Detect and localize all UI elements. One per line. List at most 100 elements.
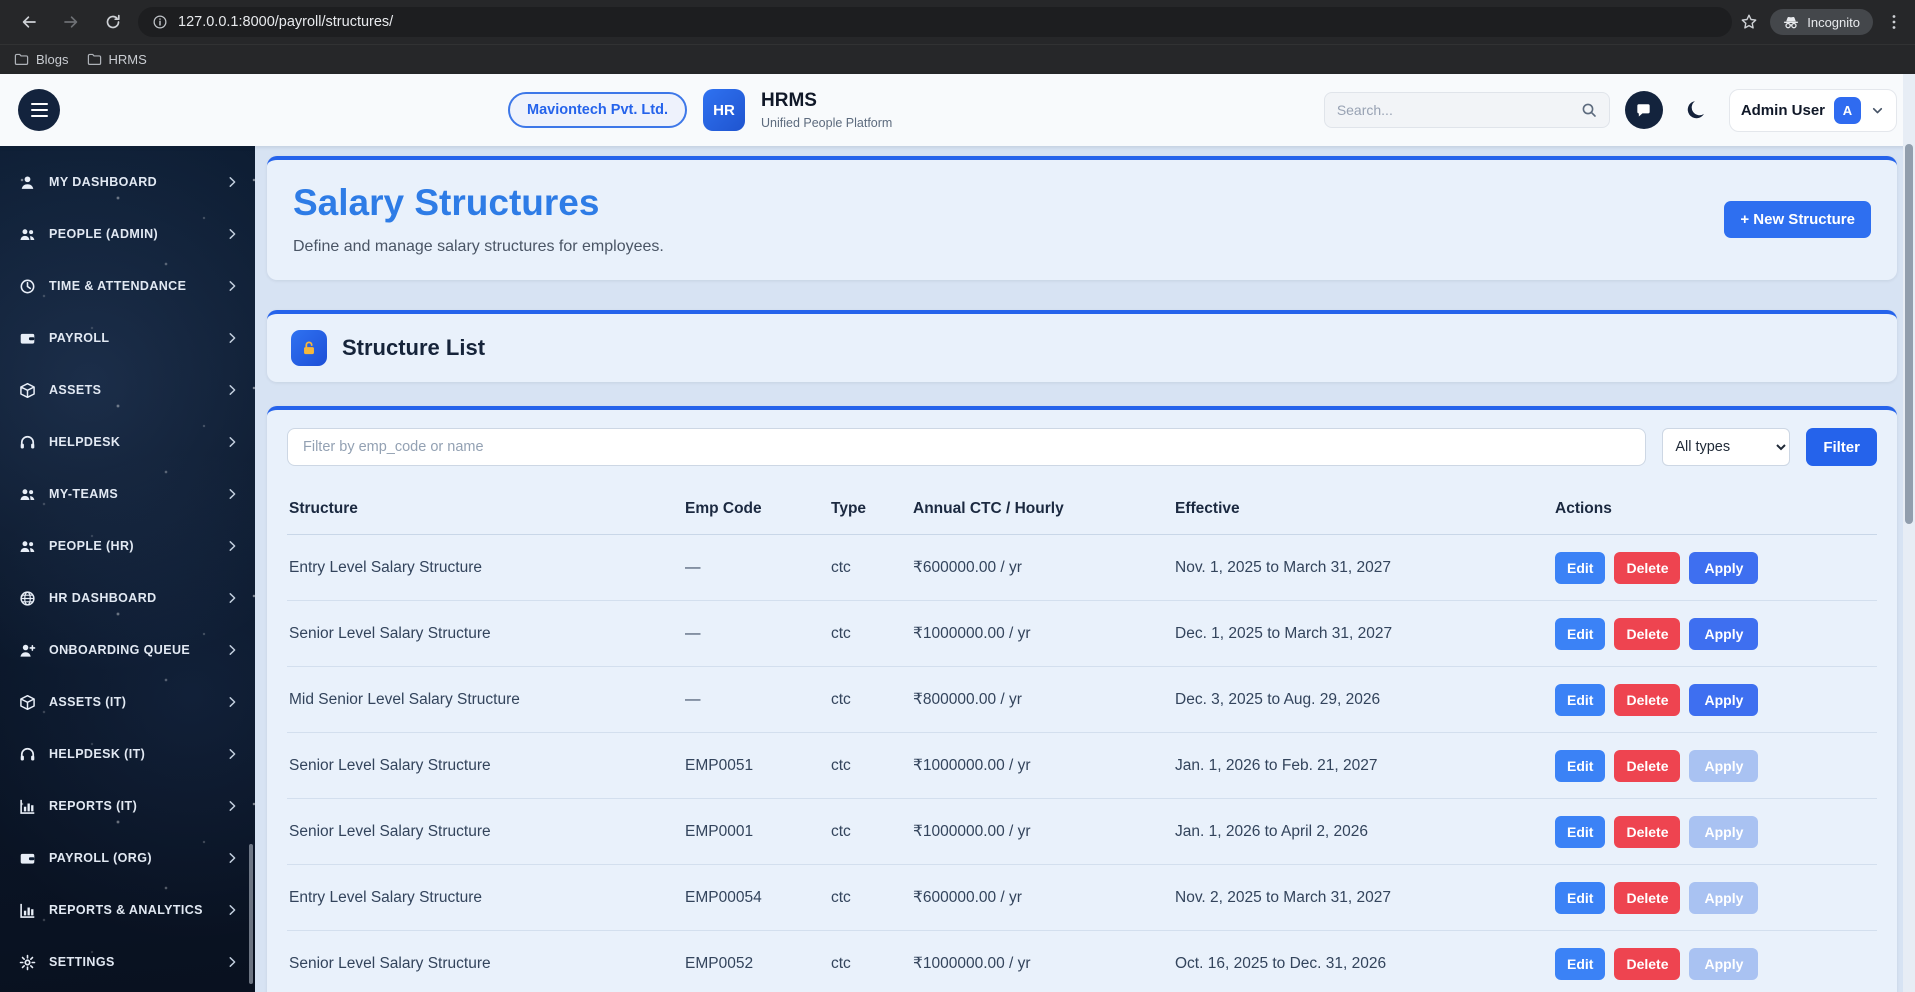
chevron-right-icon xyxy=(225,331,239,345)
delete-button[interactable]: Delete xyxy=(1614,749,1681,782)
edit-button[interactable]: Edit xyxy=(1555,815,1606,848)
delete-button[interactable]: Delete xyxy=(1614,815,1681,848)
row-ctc: ₹600000.00 / yr xyxy=(913,559,1022,576)
sidebar-item-label: HR DASHBOARD xyxy=(49,591,157,605)
row-type: ctc xyxy=(831,888,851,906)
sidebar-item-settings[interactable]: SETTINGS xyxy=(0,936,255,988)
sidebar-item-onboarding-queue[interactable]: ONBOARDING QUEUE xyxy=(0,624,255,676)
bookmark-star-icon[interactable] xyxy=(1740,13,1758,31)
avatar: A xyxy=(1834,96,1861,124)
url-bar[interactable]: 127.0.0.1:8000/payroll/structures/ xyxy=(138,7,1733,37)
bookmark-blogs[interactable]: Blogs xyxy=(14,52,69,67)
hamburger-menu-button[interactable] xyxy=(18,89,60,131)
apply-button[interactable]: Apply xyxy=(1689,683,1759,716)
apply-button: Apply xyxy=(1689,749,1759,782)
edit-button[interactable]: Edit xyxy=(1555,749,1606,782)
delete-button[interactable]: Delete xyxy=(1614,683,1681,716)
folder-icon xyxy=(14,53,29,65)
chart-icon xyxy=(19,798,36,815)
row-type: ctc xyxy=(831,690,851,708)
column-header-type: Type xyxy=(831,500,867,517)
row-emp-code: EMP0001 xyxy=(685,822,754,840)
page-scrollbar[interactable] xyxy=(1903,74,1915,992)
reload-icon[interactable] xyxy=(96,5,130,39)
sidebar-item-people-hr[interactable]: PEOPLE (HR) xyxy=(0,520,255,572)
search-input[interactable] xyxy=(1336,102,1573,118)
lock-icon xyxy=(291,330,327,366)
sidebar-item-helpdesk-it[interactable]: HELPDESK (IT) xyxy=(0,728,255,780)
bookmark-hrms[interactable]: HRMS xyxy=(87,52,147,67)
edit-button[interactable]: Edit xyxy=(1555,617,1606,650)
chat-button[interactable] xyxy=(1624,91,1663,129)
sidebar-item-payroll-org[interactable]: PAYROLL (ORG) xyxy=(0,832,255,884)
users-icon xyxy=(19,226,36,243)
row-emp-code: EMP0052 xyxy=(685,954,754,972)
sidebar-item-assets-it[interactable]: ASSETS (IT) xyxy=(0,676,255,728)
edit-button[interactable]: Edit xyxy=(1555,551,1606,584)
sidebar-item-people-admin[interactable]: PEOPLE (ADMIN) xyxy=(0,208,255,260)
sidebar-item-payroll[interactable]: PAYROLL xyxy=(0,312,255,364)
bookmark-label: Blogs xyxy=(36,52,69,67)
forward-icon[interactable] xyxy=(54,5,88,39)
sidebar-item-label: HELPDESK xyxy=(49,435,121,449)
incognito-label: Incognito xyxy=(1807,14,1860,30)
filter-button[interactable]: Filter xyxy=(1806,428,1877,466)
headset-icon xyxy=(19,434,36,451)
user-menu[interactable]: Admin User A xyxy=(1728,88,1897,132)
page-scrollbar-thumb[interactable] xyxy=(1905,144,1913,524)
column-header-effective: Effective xyxy=(1175,500,1240,517)
new-structure-button[interactable]: + New Structure xyxy=(1724,200,1871,238)
main-content: Salary Structures Define and manage sala… xyxy=(255,146,1915,992)
row-ctc: ₹800000.00 / yr xyxy=(913,691,1022,708)
sidebar: MY DASHBOARD PEOPLE (ADMIN) TIME & ATTEN… xyxy=(0,146,255,992)
app-title: HRMS xyxy=(761,90,817,111)
chevron-right-icon xyxy=(225,695,239,709)
delete-button[interactable]: Delete xyxy=(1614,881,1681,914)
site-info-icon[interactable] xyxy=(152,14,168,30)
delete-button[interactable]: Delete xyxy=(1614,947,1681,980)
incognito-badge: Incognito xyxy=(1770,9,1873,35)
chevron-right-icon xyxy=(225,643,239,657)
search-icon[interactable] xyxy=(1581,102,1597,118)
sidebar-item-my-teams[interactable]: MY-TEAMS xyxy=(0,468,255,520)
filter-input[interactable] xyxy=(287,428,1647,466)
sidebar-item-time-attendance[interactable]: TIME & ATTENDANCE xyxy=(0,260,255,312)
company-badge[interactable]: Maviontech Pvt. Ltd. xyxy=(508,92,687,128)
apply-button: Apply xyxy=(1689,947,1759,980)
row-structure: Entry Level Salary Structure xyxy=(289,558,482,576)
row-ctc: ₹1000000.00 / yr xyxy=(913,757,1031,774)
sidebar-item-label: MY-TEAMS xyxy=(49,487,119,501)
apply-button[interactable]: Apply xyxy=(1689,617,1759,650)
sidebar-item-my-dashboard[interactable]: MY DASHBOARD xyxy=(0,156,255,208)
sidebar-scrollbar[interactable] xyxy=(249,844,253,984)
section-title: Structure List xyxy=(342,335,486,360)
browser-menu-icon[interactable] xyxy=(1885,13,1903,31)
row-emp-code: — xyxy=(685,558,701,576)
row-ctc: ₹1000000.00 / yr xyxy=(913,955,1031,972)
table-row: Entry Level Salary Structure EMP00054 ct… xyxy=(287,865,1877,931)
delete-button[interactable]: Delete xyxy=(1614,617,1681,650)
table-row: Senior Level Salary Structure EMP0001 ct… xyxy=(287,799,1877,865)
sidebar-item-reports-it[interactable]: REPORTS (IT) xyxy=(0,780,255,832)
page-header-card: Salary Structures Define and manage sala… xyxy=(267,156,1897,280)
user-plus-icon xyxy=(19,642,36,659)
edit-button[interactable]: Edit xyxy=(1555,683,1606,716)
type-select[interactable]: All types xyxy=(1662,428,1791,466)
column-header-emp-code: Emp Code xyxy=(685,500,762,517)
sidebar-item-hr-dashboard[interactable]: HR DASHBOARD xyxy=(0,572,255,624)
dark-mode-toggle[interactable] xyxy=(1678,92,1714,128)
chevron-right-icon xyxy=(225,851,239,865)
sidebar-item-helpdesk[interactable]: HELPDESK xyxy=(0,416,255,468)
row-emp-code: EMP00054 xyxy=(685,888,762,906)
edit-button[interactable]: Edit xyxy=(1555,947,1606,980)
back-icon[interactable] xyxy=(12,5,46,39)
edit-button[interactable]: Edit xyxy=(1555,881,1606,914)
apply-button[interactable]: Apply xyxy=(1689,551,1759,584)
url-text: 127.0.0.1:8000/payroll/structures/ xyxy=(178,14,394,30)
sidebar-item-assets[interactable]: ASSETS xyxy=(0,364,255,416)
chevron-right-icon xyxy=(225,435,239,449)
delete-button[interactable]: Delete xyxy=(1614,551,1681,584)
bookmark-label: HRMS xyxy=(108,52,147,67)
sidebar-item-reports-analytics[interactable]: REPORTS & ANALYTICS xyxy=(0,884,255,936)
row-structure: Senior Level Salary Structure xyxy=(289,822,491,840)
